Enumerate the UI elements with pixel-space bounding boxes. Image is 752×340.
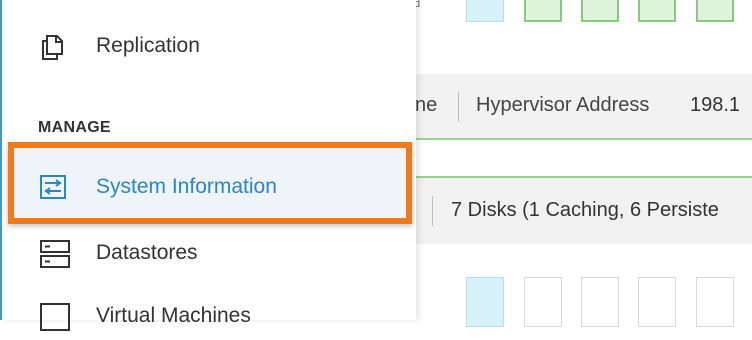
sidebar-menu: Replication MANAGE System Information Da… [0,0,416,331]
sidebar-item-label: Datastores [96,241,198,264]
row-divider [415,138,752,140]
divider [432,196,433,226]
status-cube [581,0,619,22]
status-cube [696,0,734,22]
sidebar-item-label: Virtual Machines [96,304,251,327]
status-cube [638,0,676,22]
hypervisor-address-label: Hypervisor Address [476,94,650,116]
hypervisor-address-value: 198.1 [690,94,741,116]
sidebar-item-virtual-machines[interactable]: Virtual Machines [2,292,414,340]
sidebar-item-label: System Information [96,175,277,198]
status-cube [524,0,562,22]
host-name-fragment: ne [415,94,438,116]
sidebar-item-replication[interactable]: Replication [2,22,414,70]
section-label-manage: MANAGE [38,119,111,136]
sidebar-item-label: Replication [96,34,200,57]
divider [458,92,459,122]
sidebar-item-system-information[interactable]: System Information [2,163,414,211]
virtual-machines-icon [40,303,70,331]
sidebar-item-datastores[interactable]: Datastores [2,229,414,277]
datastores-icon [40,240,70,268]
disks-summary: 7 Disks (1 Caching, 6 Persiste [451,199,719,221]
system-information-icon [40,175,66,199]
copy-icon [40,34,64,60]
status-cube [466,0,504,22]
